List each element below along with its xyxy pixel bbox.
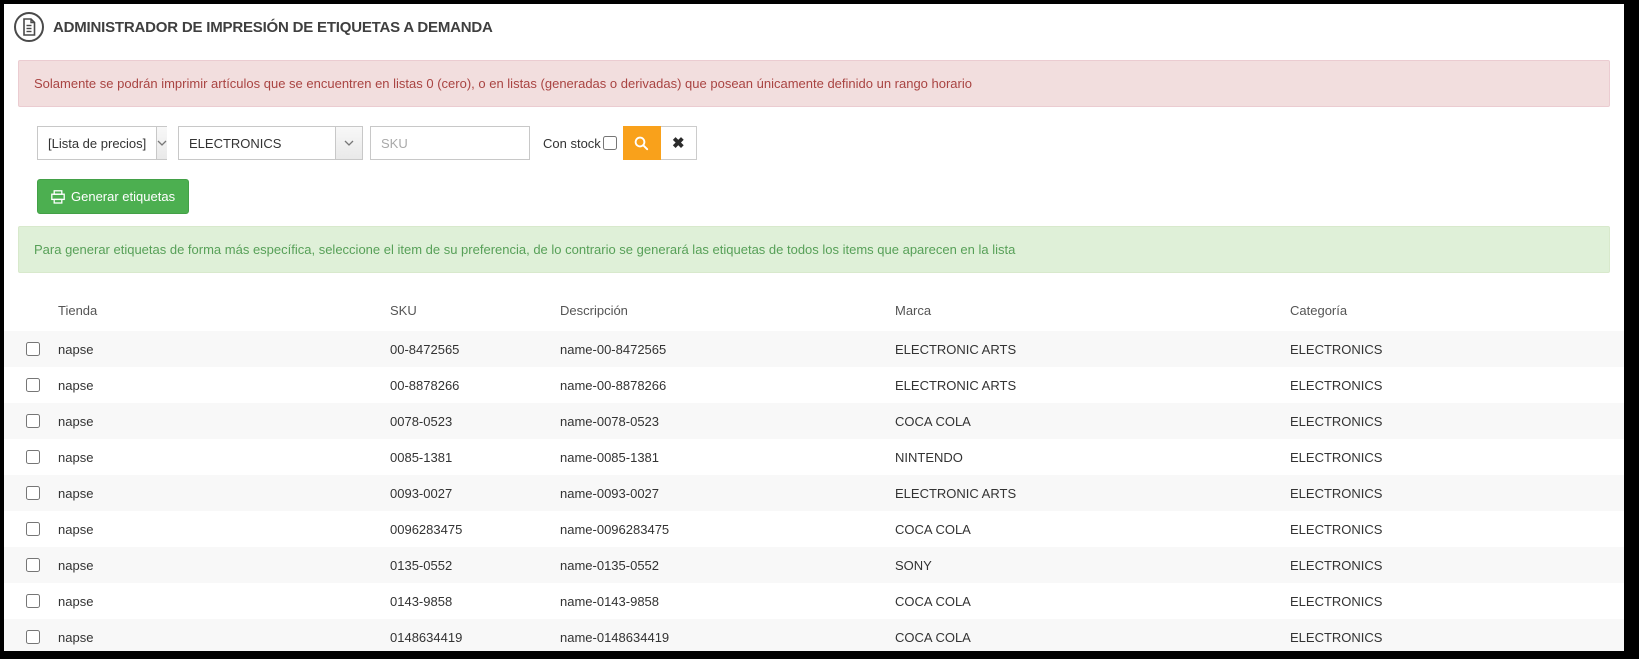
- cell-tienda: napse: [58, 485, 94, 501]
- page-header: ADMINISTRADOR DE IMPRESIÓN DE ETIQUETAS …: [4, 4, 1624, 48]
- cell-sku: 0096283475: [390, 521, 463, 537]
- cell-descripcion: name-0093-0027: [560, 485, 660, 501]
- items-table-body: napse 00-8472565 name-00-8472565 ELECTRO…: [4, 331, 1624, 651]
- cell-categoria: ELECTRONICS: [1290, 341, 1383, 357]
- row-checkbox[interactable]: [26, 342, 40, 356]
- table-row: napse 0148634419 name-0148634419 COCA CO…: [4, 619, 1624, 651]
- row-checkbox[interactable]: [26, 450, 40, 464]
- cell-descripcion: name-0143-9858: [560, 593, 660, 609]
- chevron-down-icon: [156, 127, 168, 159]
- table-row: napse 0085-1381 name-0085-1381 NINTENDO …: [4, 439, 1624, 475]
- column-header-tienda: Tienda: [58, 302, 98, 318]
- cell-sku: 00-8472565: [390, 341, 460, 357]
- magnifier-icon: [634, 136, 649, 151]
- con-stock-label: Con stock: [543, 135, 601, 151]
- document-icon: [14, 12, 44, 42]
- table-row: napse 0096283475 name-0096283475 COCA CO…: [4, 511, 1624, 547]
- row-checkbox[interactable]: [26, 378, 40, 392]
- x-icon: ✖: [672, 135, 685, 152]
- column-header-marca: Marca: [895, 302, 932, 318]
- table-row: napse 00-8878266 name-00-8878266 ELECTRO…: [4, 367, 1624, 403]
- column-header-sku: SKU: [390, 302, 417, 318]
- clear-search-button[interactable]: ✖: [660, 126, 697, 160]
- items-table: Tienda SKU Descripción Marca Categoría n…: [4, 289, 1624, 651]
- filter-bar: [Lista de precios] ELECTRONICS Con stock: [37, 126, 1624, 160]
- category-select[interactable]: ELECTRONICS: [178, 126, 363, 160]
- price-list-selected-value: [Lista de precios]: [48, 135, 147, 151]
- cell-categoria: ELECTRONICS: [1290, 593, 1383, 609]
- cell-sku: 0078-0523: [390, 413, 453, 429]
- cell-marca: ELECTRONIC ARTS: [895, 341, 1017, 357]
- row-checkbox[interactable]: [26, 486, 40, 500]
- cell-descripcion: name-00-8472565: [560, 341, 667, 357]
- cell-categoria: ELECTRONICS: [1290, 557, 1383, 573]
- cell-marca: ELECTRONIC ARTS: [895, 485, 1017, 501]
- cell-marca: COCA COLA: [895, 413, 971, 429]
- search-button[interactable]: [622, 126, 661, 160]
- column-header-descripcion: Descripción: [560, 302, 628, 318]
- cell-categoria: ELECTRONICS: [1290, 485, 1383, 501]
- cell-descripcion: name-0078-0523: [560, 413, 660, 429]
- cell-categoria: ELECTRONICS: [1290, 521, 1383, 537]
- hint-alert: Para generar etiquetas de forma más espe…: [18, 226, 1610, 273]
- table-row: napse 0078-0523 name-0078-0523 COCA COLA…: [4, 403, 1624, 439]
- cell-sku: 0093-0027: [390, 485, 453, 501]
- row-checkbox[interactable]: [26, 522, 40, 536]
- cell-tienda: napse: [58, 629, 94, 645]
- cell-sku: 0143-9858: [390, 593, 453, 609]
- cell-descripcion: name-00-8878266: [560, 377, 667, 393]
- cell-marca: ELECTRONIC ARTS: [895, 377, 1017, 393]
- category-selected-value: ELECTRONICS: [189, 135, 282, 151]
- row-checkbox[interactable]: [26, 558, 40, 572]
- cell-categoria: ELECTRONICS: [1290, 629, 1383, 645]
- cell-descripcion: name-0135-0552: [560, 557, 660, 573]
- cell-sku: 0148634419: [390, 629, 463, 645]
- items-table-header: Tienda SKU Descripción Marca Categoría: [4, 289, 1624, 331]
- generate-labels-label: Generar etiquetas: [71, 189, 176, 204]
- cell-marca: COCA COLA: [895, 593, 971, 609]
- cell-marca: COCA COLA: [895, 521, 971, 537]
- table-row: napse 00-8472565 name-00-8472565 ELECTRO…: [4, 331, 1624, 367]
- cell-tienda: napse: [58, 449, 94, 465]
- generate-labels-button[interactable]: Generar etiquetas: [37, 179, 190, 214]
- printer-icon: [51, 189, 65, 204]
- restriction-alert: Solamente se podrán imprimir artículos q…: [18, 60, 1610, 107]
- cell-sku: 0085-1381: [390, 449, 453, 465]
- page-title: ADMINISTRADOR DE IMPRESIÓN DE ETIQUETAS …: [53, 18, 493, 36]
- price-list-select[interactable]: [Lista de precios]: [37, 126, 168, 160]
- row-checkbox[interactable]: [26, 414, 40, 428]
- cell-tienda: napse: [58, 413, 94, 429]
- cell-descripcion: name-0148634419: [560, 629, 670, 645]
- cell-categoria: ELECTRONICS: [1290, 449, 1383, 465]
- table-row: napse 0135-0552 name-0135-0552 SONY ELEC…: [4, 547, 1624, 583]
- cell-descripcion: name-0096283475: [560, 521, 670, 537]
- cell-tienda: napse: [58, 377, 94, 393]
- cell-marca: COCA COLA: [895, 629, 971, 645]
- row-checkbox[interactable]: [26, 630, 40, 644]
- chevron-down-icon: [335, 127, 362, 159]
- column-header-select: [4, 289, 50, 331]
- cell-descripcion: name-0085-1381: [560, 449, 660, 465]
- con-stock-checkbox[interactable]: [602, 136, 617, 150]
- cell-tienda: napse: [58, 593, 94, 609]
- cell-sku: 0135-0552: [390, 557, 453, 573]
- cell-categoria: ELECTRONICS: [1290, 377, 1383, 393]
- cell-tienda: napse: [58, 341, 94, 357]
- cell-categoria: ELECTRONICS: [1290, 413, 1383, 429]
- page: ADMINISTRADOR DE IMPRESIÓN DE ETIQUETAS …: [4, 4, 1624, 651]
- table-row: napse 0143-9858 name-0143-9858 COCA COLA…: [4, 583, 1624, 619]
- column-header-categoria: Categoría: [1290, 302, 1348, 318]
- cell-sku: 00-8878266: [390, 377, 460, 393]
- cell-tienda: napse: [58, 557, 94, 573]
- window-frame: ADMINISTRADOR DE IMPRESIÓN DE ETIQUETAS …: [0, 0, 1639, 659]
- row-checkbox[interactable]: [26, 594, 40, 608]
- table-row: napse 0093-0027 name-0093-0027 ELECTRONI…: [4, 475, 1624, 511]
- cell-marca: SONY: [895, 557, 932, 573]
- cell-tienda: napse: [58, 521, 94, 537]
- cell-marca: NINTENDO: [895, 449, 963, 465]
- sku-input[interactable]: [370, 126, 530, 160]
